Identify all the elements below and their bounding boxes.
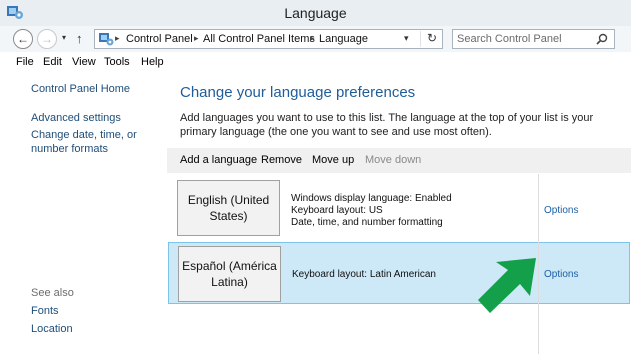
breadcrumb-separator: ▸ [115,33,120,43]
language-button-english[interactable]: English (United States) [177,180,280,236]
address-bar[interactable]: ▸ Control Panel ▸ All Control Panel Item… [94,29,443,49]
language-name: English (United States) [187,193,270,223]
menu-file[interactable]: File [16,56,34,68]
language-detail: Windows display language: Enabled [291,193,452,204]
fonts-link[interactable]: Fonts [31,304,59,318]
control-panel-home-link[interactable]: Control Panel Home [31,82,130,96]
back-button[interactable]: ← [13,29,33,49]
menu-tools[interactable]: Tools [104,56,130,68]
page-title: Change your language preferences [180,84,416,101]
up-button[interactable]: ↑ [76,31,83,46]
green-arrow-icon [478,258,536,313]
add-language-button[interactable]: Add a language [180,154,257,166]
breadcrumb-control-panel[interactable]: Control Panel [126,33,193,45]
language-detail: Keyboard layout: US [291,205,383,216]
language-detail: Date, time, and number formatting [291,217,443,228]
search-icon[interactable] [596,33,608,45]
menu-view[interactable]: View [72,56,96,68]
location-link[interactable]: Location [31,322,73,336]
language-detail: Keyboard layout: Latin American [292,269,436,280]
language-button-spanish[interactable]: Español (América Latina) [178,246,281,302]
page-description: Add languages you want to use to this li… [180,112,594,138]
forward-button[interactable]: → [37,29,57,49]
menu-bar: File Edit View Tools Help [0,52,631,72]
move-down-button[interactable]: Move down [365,154,421,166]
title-bar: Language [0,0,631,26]
change-date-time-formats-link[interactable]: Change date, time, or number formats [31,128,163,156]
language-toolbar: Add a language Remove Move up Move down [167,148,631,173]
refresh-icon[interactable]: ↻ [420,31,443,47]
move-up-button[interactable]: Move up [312,154,354,166]
breadcrumb-language[interactable]: Language [319,33,368,45]
breadcrumb-separator: ▸ [310,33,315,43]
search-input[interactable] [457,32,587,46]
address-row: ← → ▾ ↑ ▸ Control Panel ▸ All Control Pa… [0,26,631,52]
window-title: Language [284,5,347,21]
control-panel-icon [99,33,114,46]
search-box[interactable] [452,29,615,49]
advanced-settings-link[interactable]: Advanced settings [31,111,121,125]
options-link-spanish[interactable]: Options [544,269,578,280]
breadcrumb-all-items[interactable]: All Control Panel Items [203,33,315,45]
menu-edit[interactable]: Edit [43,56,62,68]
left-pane: Control Panel Home Advanced settings Cha… [0,72,167,359]
remove-button[interactable]: Remove [261,154,302,166]
breadcrumb-separator: ▸ [194,33,199,43]
language-name: Español (América Latina) [182,259,277,289]
address-dropdown-icon[interactable]: ▾ [404,33,409,44]
recent-locations-icon[interactable]: ▾ [62,33,66,42]
menu-help[interactable]: Help [141,56,164,68]
options-link-english[interactable]: Options [544,205,578,216]
see-also-label: See also [31,287,74,299]
